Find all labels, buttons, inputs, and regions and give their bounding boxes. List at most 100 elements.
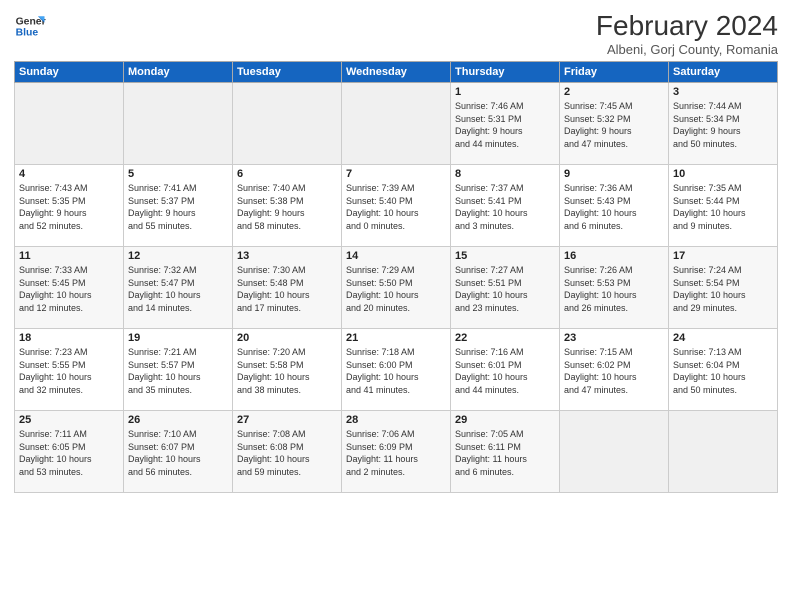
calendar-cell	[669, 411, 778, 493]
calendar-cell: 21Sunrise: 7:18 AM Sunset: 6:00 PM Dayli…	[342, 329, 451, 411]
calendar-cell	[15, 83, 124, 165]
day-info: Sunrise: 7:06 AM Sunset: 6:09 PM Dayligh…	[346, 428, 446, 478]
day-info: Sunrise: 7:15 AM Sunset: 6:02 PM Dayligh…	[564, 346, 664, 396]
day-info: Sunrise: 7:26 AM Sunset: 5:53 PM Dayligh…	[564, 264, 664, 314]
header: General Blue February 2024 Albeni, Gorj …	[14, 10, 778, 57]
calendar-cell: 9Sunrise: 7:36 AM Sunset: 5:43 PM Daylig…	[560, 165, 669, 247]
day-number: 13	[237, 250, 337, 262]
col-saturday: Saturday	[669, 62, 778, 83]
day-info: Sunrise: 7:05 AM Sunset: 6:11 PM Dayligh…	[455, 428, 555, 478]
day-number: 24	[673, 332, 773, 344]
logo: General Blue	[14, 10, 46, 42]
day-info: Sunrise: 7:27 AM Sunset: 5:51 PM Dayligh…	[455, 264, 555, 314]
day-number: 2	[564, 86, 664, 98]
day-number: 1	[455, 86, 555, 98]
day-info: Sunrise: 7:41 AM Sunset: 5:37 PM Dayligh…	[128, 182, 228, 232]
calendar-cell: 25 Sunrise: 7:11 AM Sunset: 6:05 PM Dayli…	[15, 411, 124, 493]
calendar-cell: 4Sunrise: 7:43 AM Sunset: 5:35 PM Daylig…	[15, 165, 124, 247]
day-number: 12	[128, 250, 228, 262]
calendar-cell: 16 Sunrise: 7:26 AM Sunset: 5:53 PM Dayli…	[560, 247, 669, 329]
day-info: Sunrise: 7:16 AM Sunset: 6:01 PM Dayligh…	[455, 346, 555, 396]
col-thursday: Thursday	[451, 62, 560, 83]
col-sunday: Sunday	[15, 62, 124, 83]
calendar-cell	[124, 83, 233, 165]
day-info: Sunrise: 7:32 AM Sunset: 5:47 PM Dayligh…	[128, 264, 228, 314]
day-info: Sunrise: 7:13 AM Sunset: 6:04 PM Dayligh…	[673, 346, 773, 396]
day-info: Sunrise: 7:37 AM Sunset: 5:41 PM Dayligh…	[455, 182, 555, 232]
col-monday: Monday	[124, 62, 233, 83]
day-info: Sunrise: 7:43 AM Sunset: 5:35 PM Dayligh…	[19, 182, 119, 232]
day-info: Sunrise: 7:29 AM Sunset: 5:50 PM Dayligh…	[346, 264, 446, 314]
calendar-cell: 26 Sunrise: 7:10 AM Sunset: 6:07 PM Dayli…	[124, 411, 233, 493]
day-number: 26	[128, 414, 228, 426]
day-number: 25	[19, 414, 119, 426]
calendar-cell: 15 Sunrise: 7:27 AM Sunset: 5:51 PM Dayli…	[451, 247, 560, 329]
svg-text:Blue: Blue	[16, 28, 39, 39]
calendar-cell: 1 Sunrise: 7:46 AM Sunset: 5:31 PM Daylig…	[451, 83, 560, 165]
calendar-cell: 19 Sunrise: 7:21 AM Sunset: 5:57 PM Dayli…	[124, 329, 233, 411]
day-number: 19	[128, 332, 228, 344]
day-info: Sunrise: 7:44 AM Sunset: 5:34 PM Dayligh…	[673, 100, 773, 150]
calendar-cell: 18Sunrise: 7:23 AM Sunset: 5:55 PM Dayli…	[15, 329, 124, 411]
calendar-week-4: 25 Sunrise: 7:11 AM Sunset: 6:05 PM Dayli…	[15, 411, 778, 493]
calendar-cell: 7 Sunrise: 7:39 AM Sunset: 5:40 PM Daylig…	[342, 165, 451, 247]
day-number: 14	[346, 250, 446, 262]
calendar-cell: 5 Sunrise: 7:41 AM Sunset: 5:37 PM Daylig…	[124, 165, 233, 247]
calendar-cell: 12 Sunrise: 7:32 AM Sunset: 5:47 PM Dayli…	[124, 247, 233, 329]
day-info: Sunrise: 7:46 AM Sunset: 5:31 PM Dayligh…	[455, 100, 555, 150]
day-info: Sunrise: 7:40 AM Sunset: 5:38 PM Dayligh…	[237, 182, 337, 232]
calendar-cell: 13 Sunrise: 7:30 AM Sunset: 5:48 PM Dayli…	[233, 247, 342, 329]
calendar-cell: 2 Sunrise: 7:45 AM Sunset: 5:32 PM Daylig…	[560, 83, 669, 165]
calendar-cell: 10Sunrise: 7:35 AM Sunset: 5:44 PM Dayli…	[669, 165, 778, 247]
calendar-cell: 3 Sunrise: 7:44 AM Sunset: 5:34 PM Daylig…	[669, 83, 778, 165]
calendar-cell: 14 Sunrise: 7:29 AM Sunset: 5:50 PM Dayli…	[342, 247, 451, 329]
day-number: 6	[237, 168, 337, 180]
day-number: 3	[673, 86, 773, 98]
day-number: 18	[19, 332, 119, 344]
day-number: 7	[346, 168, 446, 180]
day-info: Sunrise: 7:21 AM Sunset: 5:57 PM Dayligh…	[128, 346, 228, 396]
calendar-week-2: 11 Sunrise: 7:33 AM Sunset: 5:45 PM Dayli…	[15, 247, 778, 329]
calendar-cell: 20Sunrise: 7:20 AM Sunset: 5:58 PM Dayli…	[233, 329, 342, 411]
calendar-cell: 27 Sunrise: 7:08 AM Sunset: 6:08 PM Dayli…	[233, 411, 342, 493]
title-block: February 2024 Albeni, Gorj County, Roman…	[596, 10, 778, 57]
day-number: 27	[237, 414, 337, 426]
calendar-cell: 17Sunrise: 7:24 AM Sunset: 5:54 PM Dayli…	[669, 247, 778, 329]
col-friday: Friday	[560, 62, 669, 83]
day-info: Sunrise: 7:39 AM Sunset: 5:40 PM Dayligh…	[346, 182, 446, 232]
location: Albeni, Gorj County, Romania	[596, 42, 778, 57]
calendar-cell: 24 Sunrise: 7:13 AM Sunset: 6:04 PM Dayli…	[669, 329, 778, 411]
day-info: Sunrise: 7:10 AM Sunset: 6:07 PM Dayligh…	[128, 428, 228, 478]
header-row: Sunday Monday Tuesday Wednesday Thursday…	[15, 62, 778, 83]
calendar-cell: 8 Sunrise: 7:37 AM Sunset: 5:41 PM Daylig…	[451, 165, 560, 247]
calendar-table: Sunday Monday Tuesday Wednesday Thursday…	[14, 61, 778, 493]
day-number: 23	[564, 332, 664, 344]
month-title: February 2024	[596, 10, 778, 42]
calendar-week-0: 1 Sunrise: 7:46 AM Sunset: 5:31 PM Daylig…	[15, 83, 778, 165]
calendar-cell: 11 Sunrise: 7:33 AM Sunset: 5:45 PM Dayli…	[15, 247, 124, 329]
page-container: General Blue February 2024 Albeni, Gorj …	[0, 0, 792, 499]
day-number: 10	[673, 168, 773, 180]
day-info: Sunrise: 7:33 AM Sunset: 5:45 PM Dayligh…	[19, 264, 119, 314]
day-number: 5	[128, 168, 228, 180]
day-number: 15	[455, 250, 555, 262]
day-number: 8	[455, 168, 555, 180]
day-number: 28	[346, 414, 446, 426]
day-info: Sunrise: 7:24 AM Sunset: 5:54 PM Dayligh…	[673, 264, 773, 314]
day-info: Sunrise: 7:45 AM Sunset: 5:32 PM Dayligh…	[564, 100, 664, 150]
day-number: 11	[19, 250, 119, 262]
calendar-cell: 23 Sunrise: 7:15 AM Sunset: 6:02 PM Dayli…	[560, 329, 669, 411]
day-info: Sunrise: 7:11 AM Sunset: 6:05 PM Dayligh…	[19, 428, 119, 478]
day-number: 20	[237, 332, 337, 344]
day-number: 29	[455, 414, 555, 426]
logo-icon: General Blue	[14, 10, 46, 42]
day-info: Sunrise: 7:08 AM Sunset: 6:08 PM Dayligh…	[237, 428, 337, 478]
calendar-cell: 28 Sunrise: 7:06 AM Sunset: 6:09 PM Dayli…	[342, 411, 451, 493]
day-info: Sunrise: 7:30 AM Sunset: 5:48 PM Dayligh…	[237, 264, 337, 314]
calendar-week-1: 4Sunrise: 7:43 AM Sunset: 5:35 PM Daylig…	[15, 165, 778, 247]
calendar-cell	[560, 411, 669, 493]
calendar-week-3: 18Sunrise: 7:23 AM Sunset: 5:55 PM Dayli…	[15, 329, 778, 411]
calendar-cell: 6 Sunrise: 7:40 AM Sunset: 5:38 PM Daylig…	[233, 165, 342, 247]
day-number: 16	[564, 250, 664, 262]
day-number: 9	[564, 168, 664, 180]
